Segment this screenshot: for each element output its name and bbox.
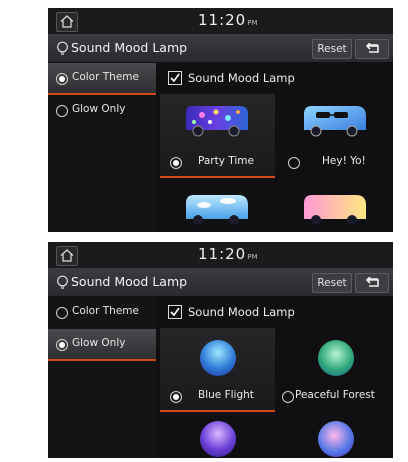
lamp-items-panel: Sound Mood Lamp Party Time Hey! Yo!: [160, 63, 393, 232]
check-icon: [170, 73, 180, 83]
checkbox[interactable]: [168, 305, 182, 319]
theme-options-panel: Color Theme Glow Only: [48, 297, 156, 458]
option-color-theme[interactable]: Color Theme: [48, 297, 156, 327]
check-icon: [170, 307, 180, 317]
cool-van-image: [304, 106, 366, 137]
home-button[interactable]: [56, 246, 78, 266]
lamp-toggle-label: Sound Mood Lamp: [188, 71, 295, 85]
item-label: Hey! Yo!: [322, 155, 366, 167]
lamp-toggle-label: Sound Mood Lamp: [188, 305, 295, 319]
status-bar: 11:20PM: [48, 242, 393, 268]
clock-ampm: PM: [247, 253, 258, 261]
sky-van-image: [186, 195, 248, 225]
radio-button[interactable]: [282, 391, 294, 403]
back-arrow-icon: [365, 43, 379, 53]
page-title: Sound Mood Lamp: [71, 274, 188, 289]
status-bar: 11:20PM: [48, 8, 393, 34]
home-icon: [60, 15, 74, 28]
page-title: Sound Mood Lamp: [71, 40, 188, 55]
item-pink-van[interactable]: [278, 179, 393, 232]
sound-mood-lamp-toggle[interactable]: Sound Mood Lamp: [160, 297, 393, 327]
party-van-image: [186, 106, 248, 137]
clock: 11:20PM: [198, 11, 258, 29]
title-bar: Sound Mood Lamp Reset: [48, 34, 393, 63]
pink-van-image: [304, 195, 366, 225]
item-sky-van[interactable]: [160, 179, 275, 232]
option-label: Glow Only: [72, 337, 126, 349]
reset-button[interactable]: Reset: [312, 273, 352, 293]
radio-button[interactable]: [56, 307, 68, 319]
back-button[interactable]: [355, 39, 389, 59]
item-party-time[interactable]: Party Time: [160, 94, 275, 178]
lamp-items-panel: Sound Mood Lamp Blue Flight Peaceful For…: [160, 297, 393, 458]
item-label: Blue Flight: [198, 389, 254, 401]
item-purple-orb[interactable]: [160, 413, 275, 458]
home-icon: [60, 249, 74, 262]
clock-time: 11:20: [198, 11, 247, 29]
clock-time: 11:20: [198, 245, 247, 263]
option-glow-only[interactable]: Glow Only: [48, 95, 156, 125]
radio-button[interactable]: [56, 339, 68, 351]
bulb-icon: [57, 41, 68, 55]
checkbox[interactable]: [168, 71, 182, 85]
blue-purple-orb-image: [318, 421, 354, 457]
sound-mood-lamp-screen-glow-only: 11:20PM Sound Mood Lamp Reset Color Them…: [48, 242, 393, 458]
bulb-icon: [57, 275, 68, 289]
blue-orb-image: [200, 340, 236, 376]
back-button[interactable]: [355, 273, 389, 293]
item-blue-purple-orb[interactable]: [278, 413, 393, 458]
theme-options-panel: Color Theme Glow Only: [48, 63, 156, 232]
radio-button[interactable]: [288, 157, 300, 169]
back-arrow-icon: [365, 277, 379, 287]
option-glow-only[interactable]: Glow Only: [48, 329, 156, 361]
radio-button[interactable]: [56, 73, 68, 85]
green-orb-image: [318, 340, 354, 376]
sound-mood-lamp-screen-color-theme: 11:20PM Sound Mood Lamp Reset Color Them…: [48, 8, 393, 232]
option-color-theme[interactable]: Color Theme: [48, 63, 156, 95]
radio-button[interactable]: [170, 391, 182, 403]
radio-button[interactable]: [56, 105, 68, 117]
item-peaceful-forest[interactable]: Peaceful Forest: [278, 328, 393, 410]
item-label: Party Time: [198, 155, 254, 167]
option-label: Color Theme: [72, 305, 139, 317]
option-label: Glow Only: [72, 103, 126, 115]
home-button[interactable]: [56, 12, 78, 32]
item-blue-flight[interactable]: Blue Flight: [160, 328, 275, 412]
clock-ampm: PM: [247, 19, 258, 27]
reset-button[interactable]: Reset: [312, 39, 352, 59]
item-hey-yo[interactable]: Hey! Yo!: [278, 94, 393, 176]
radio-button[interactable]: [170, 157, 182, 169]
item-label: Peaceful Forest: [295, 389, 375, 401]
clock: 11:20PM: [198, 245, 258, 263]
purple-orb-image: [200, 421, 236, 457]
sound-mood-lamp-toggle[interactable]: Sound Mood Lamp: [160, 63, 393, 93]
option-label: Color Theme: [72, 71, 139, 83]
title-bar: Sound Mood Lamp Reset: [48, 268, 393, 297]
